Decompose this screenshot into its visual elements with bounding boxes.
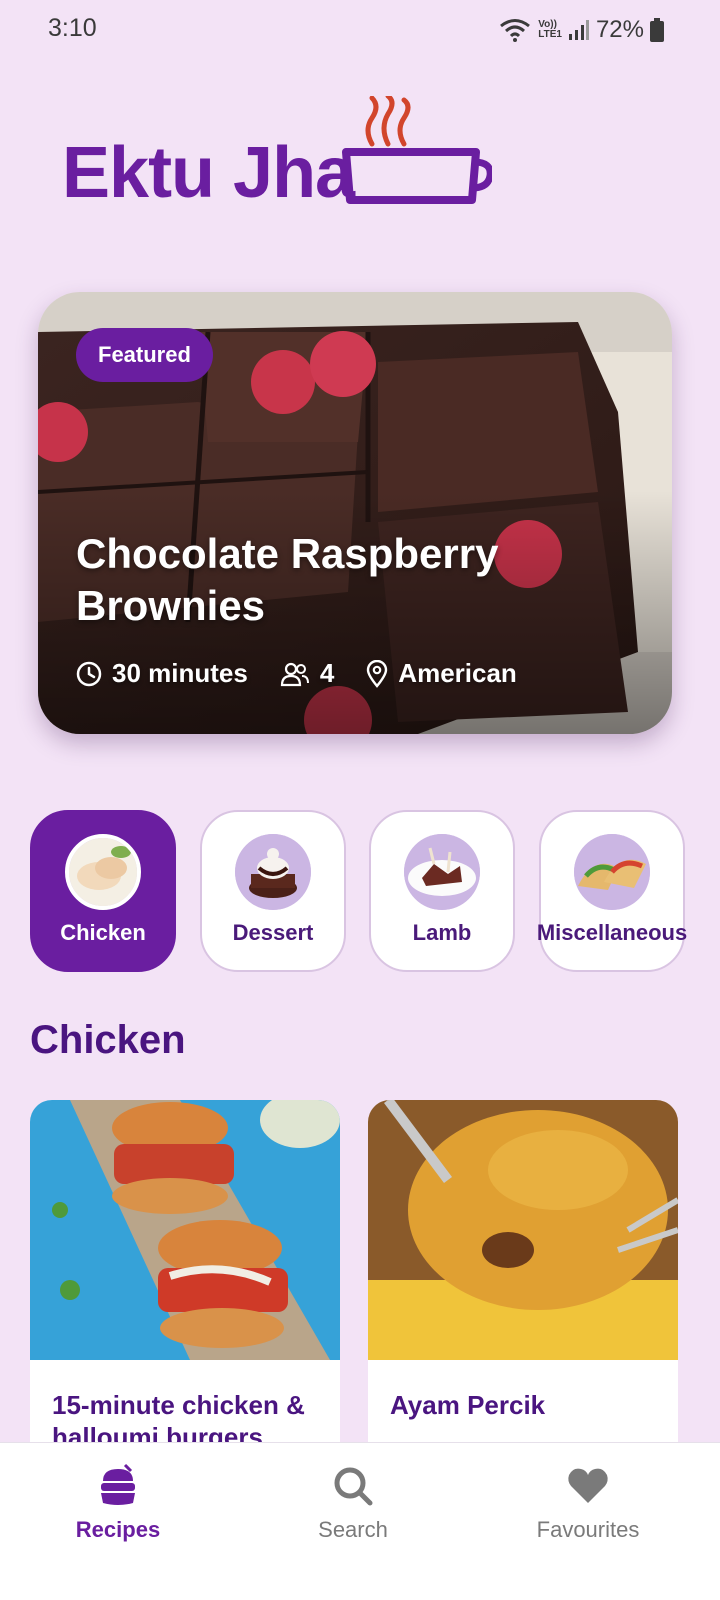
logo-text: Ektu Jha [62,133,355,213]
recipe-image [30,1100,340,1360]
servings-text: 4 [319,658,335,688]
wifi-icon [500,19,531,42]
clock-icon [76,661,102,686]
recipe-title: Ayam Percik [390,1390,546,1420]
nav-recipes[interactable]: Recipes [18,1463,218,1543]
category-miscellaneous[interactable]: Miscellaneous [537,810,687,972]
nav-favourites[interactable]: Favourites [488,1463,688,1543]
section-title: Chicken [30,1018,186,1062]
featured-meta: 30 minutes 4 American [76,658,549,689]
heart-icon [568,1468,608,1503]
category-lamb[interactable]: Lamb [369,810,515,972]
search-icon [334,1467,373,1506]
recipe-card[interactable]: 15-minute chicken & halloumi burgers [30,1100,340,1480]
chicken-thumb [65,834,141,910]
app-logo: Ektu Jha [62,96,492,216]
battery-icon [650,18,664,42]
lamb-thumb [404,834,480,910]
status-icons: Vo)) LTE1 72% [498,16,664,44]
tea-cup-icon [342,96,492,204]
recipes-icon [101,1463,135,1505]
featured-badge: Featured [76,328,213,382]
category-dessert[interactable]: Dessert [200,810,346,972]
signal-icon [568,20,589,40]
network-type: Vo)) LTE1 [538,19,562,40]
battery-percent: 72% [595,16,644,43]
category-chicken[interactable]: Chicken [30,810,176,972]
status-time: 3:10 [48,14,97,42]
cuisine: American [366,658,517,689]
duration: 30 minutes [76,658,248,689]
category-list[interactable]: Chicken Dessert Lamb Miscellaneous [30,810,720,974]
duration-text: 30 minutes [112,658,248,688]
recipe-title: 15-minute chicken & halloumi burgers [52,1390,305,1452]
recipe-card[interactable]: Ayam Percik [368,1100,678,1480]
bottom-navigation: Recipes Search Favourites [0,1442,720,1600]
location-pin-icon [367,659,388,688]
tacos-thumb [574,834,650,910]
dessert-thumb [235,834,311,910]
people-icon [280,662,309,686]
featured-title: Chocolate Raspberry Brownies [76,530,499,629]
recipe-image [368,1100,678,1360]
servings: 4 [280,658,334,689]
status-bar: 3:10 Vo)) LTE1 72% [0,0,720,60]
nav-search[interactable]: Search [253,1463,453,1543]
cuisine-text: American [398,658,517,688]
featured-recipe-card[interactable]: Featured Chocolate Raspberry Brownies 30… [38,292,672,734]
